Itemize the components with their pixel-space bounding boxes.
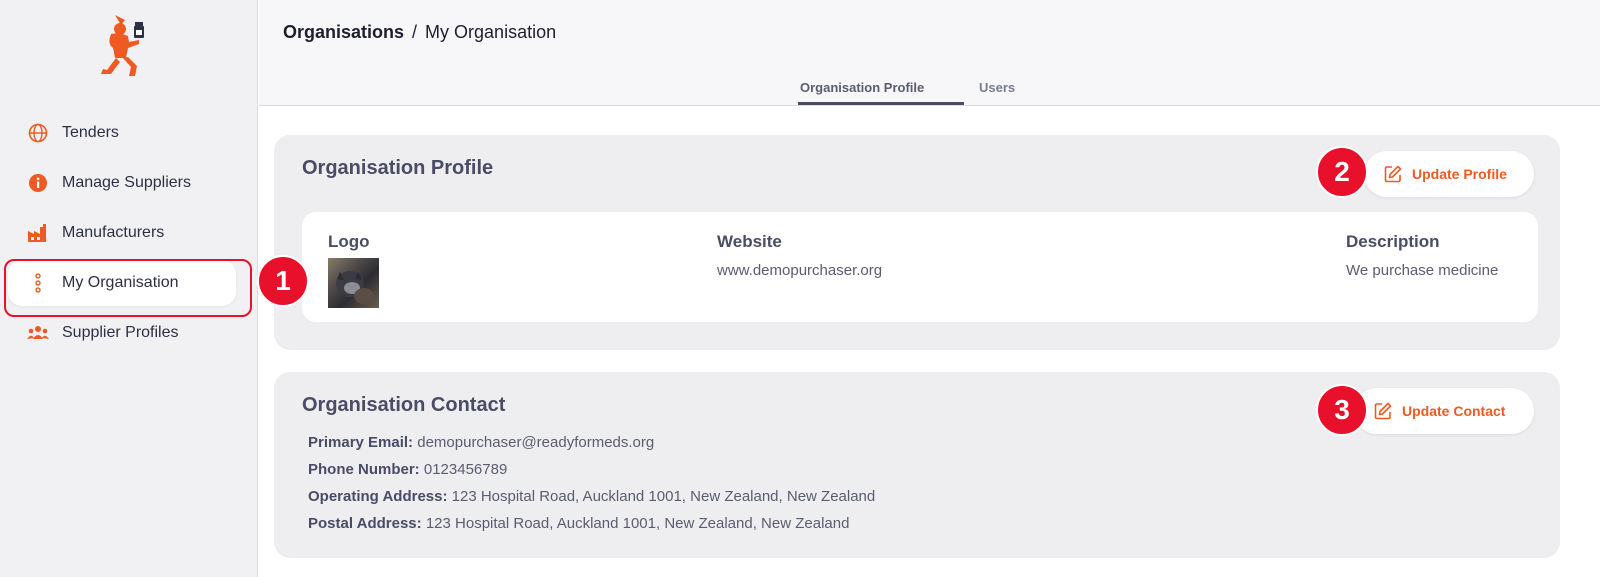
- sidebar-item-label: Tenders: [62, 124, 119, 141]
- primary-email-key: Primary Email:: [308, 434, 414, 451]
- sidebar-item-label: Manufacturers: [62, 224, 165, 241]
- sidebar-item-label: Supplier Profiles: [62, 324, 179, 341]
- operating-address-row: Operating Address: 123 Hospital Road, Au…: [308, 488, 875, 505]
- sidebar-item-manage-suppliers[interactable]: Manage Suppliers: [8, 160, 236, 206]
- top-bar: Organisations / My Organisation Organisati…: [259, 0, 1600, 106]
- breadcrumb-separator: /: [412, 22, 418, 42]
- breadcrumb-root-link[interactable]: Organisations: [283, 22, 404, 42]
- factory-icon: [27, 222, 49, 244]
- globe-icon: [27, 122, 49, 144]
- postal-address-value: 123 Hospital Road, Auckland 1001, New Ze…: [425, 515, 850, 532]
- step-marker-3: 3: [1316, 384, 1368, 436]
- operating-address-key: Operating Address:: [308, 488, 448, 505]
- operating-address-value: 123 Hospital Road, Auckland 1001, New Ze…: [451, 488, 876, 505]
- primary-email-row: Primary Email: demopurchaser@readyformed…: [308, 434, 654, 451]
- profile-details-panel: Logo Website www.demopurchaser.org Descr…: [302, 212, 1538, 322]
- update-profile-label: Update Profile: [1412, 166, 1507, 182]
- sidebar-item-manufacturers[interactable]: Manufacturers: [8, 210, 236, 256]
- users-icon: [27, 322, 49, 344]
- info-icon: [27, 172, 49, 194]
- sidebar-item-label: Manage Suppliers: [62, 174, 191, 191]
- sidebar-item-tenders[interactable]: Tenders: [8, 110, 236, 156]
- breadcrumb-current: My Organisation: [425, 22, 557, 42]
- brand-logo[interactable]: [95, 12, 151, 82]
- organisation-contact-card: Organisation Contact Update Contact Prim…: [274, 372, 1560, 558]
- tab-users[interactable]: Users: [979, 80, 1015, 95]
- phone-number-row: Phone Number: 0123456789: [308, 461, 507, 478]
- primary-email-value: demopurchaser@readyformeds.org: [417, 434, 655, 451]
- update-profile-button[interactable]: Update Profile: [1364, 151, 1534, 197]
- profile-card-title: Organisation Profile: [302, 157, 494, 179]
- phone-number-value: 0123456789: [423, 461, 508, 478]
- contact-card-title: Organisation Contact: [302, 394, 506, 416]
- logo-label: Logo: [328, 232, 370, 251]
- website-value: www.demopurchaser.org: [717, 262, 883, 279]
- breadcrumb: Organisations / My Organisation: [283, 22, 556, 43]
- description-label: Description: [1346, 232, 1440, 251]
- tab-organisation-profile[interactable]: Organisation Profile: [800, 80, 924, 95]
- active-tab-indicator: [798, 102, 964, 105]
- description-value: We purchase medicine: [1346, 262, 1499, 279]
- step-marker-1: 1: [257, 255, 309, 307]
- highlight-my-organisation: [4, 259, 252, 317]
- step-marker-2: 2: [1316, 146, 1368, 198]
- organisation-logo-image: [328, 258, 379, 308]
- website-label: Website: [717, 232, 782, 251]
- update-contact-label: Update Contact: [1402, 403, 1506, 419]
- main-content: Organisation Profile Update Profile Logo: [259, 106, 1600, 577]
- postal-address-row: Postal Address: 123 Hospital Road, Auckl…: [308, 515, 849, 532]
- app-window: Tenders Manage Suppliers Manufacturers M…: [0, 0, 1600, 577]
- update-contact-button[interactable]: Update Contact: [1354, 388, 1534, 434]
- postal-address-key: Postal Address:: [308, 515, 422, 532]
- phone-number-key: Phone Number:: [308, 461, 420, 478]
- edit-icon: [1374, 402, 1392, 420]
- edit-icon: [1384, 165, 1402, 183]
